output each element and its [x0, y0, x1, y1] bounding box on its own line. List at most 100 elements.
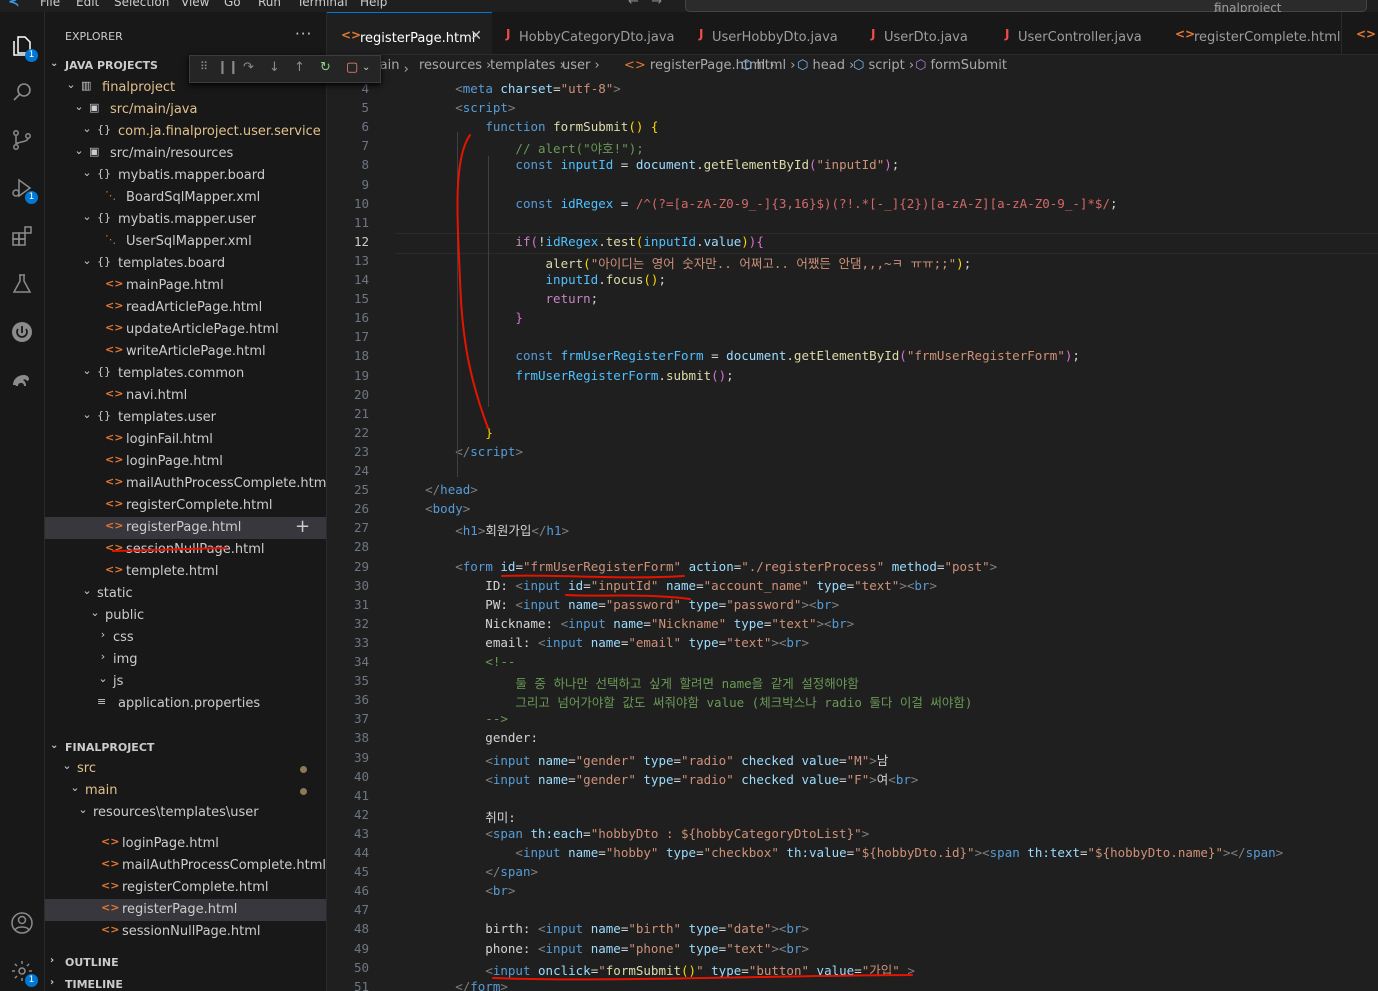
- tree-item[interactable]: ⌄ {} templates.common: [45, 363, 326, 385]
- chevron-down-icon[interactable]: ⌄: [362, 62, 370, 73]
- run-debug-icon[interactable]: 1: [8, 174, 38, 204]
- tab-userdto-java[interactable]: J UserDto.java: [857, 12, 992, 54]
- breadcrumb-item[interactable]: ⬡ html ›: [741, 58, 795, 73]
- tree-item[interactable]: <> writeArticlePage.html: [45, 341, 326, 363]
- menu-go[interactable]: Go: [224, 0, 241, 9]
- settings-gear-icon[interactable]: 1: [8, 957, 38, 987]
- code-line[interactable]: <meta charset="utf-8">: [395, 81, 621, 96]
- tree-item[interactable]: <> registerComplete.html: [45, 877, 326, 899]
- chevron-down-icon[interactable]: ⌄: [69, 781, 81, 794]
- tree-item[interactable]: <> sessionNullPage.html: [45, 921, 326, 943]
- tree-item[interactable]: <> sessionNullPage.html: [45, 539, 326, 561]
- step-out-icon[interactable]: ↑: [294, 60, 305, 75]
- menu-view[interactable]: View: [181, 0, 209, 9]
- tree-item[interactable]: <> loginFail.html: [45, 429, 326, 451]
- tab-usercontroller-java[interactable]: J UserController.java: [991, 12, 1162, 54]
- tree-item[interactable]: ⌄ {} mybatis.mapper.user: [45, 209, 326, 231]
- code-line[interactable]: <input onclick="formSubmit()" type="butt…: [395, 960, 915, 979]
- code-line[interactable]: <script>: [395, 100, 515, 115]
- tree-item[interactable]: <> mainPage.html: [45, 275, 326, 297]
- code-editor[interactable]: 3 <head>4 <meta charset="utf-8">5 <scrip…: [327, 77, 1378, 991]
- menu-run[interactable]: Run: [258, 0, 281, 9]
- tree-item[interactable]: <> templete.html: [45, 561, 326, 583]
- code-line[interactable]: inputId.focus();: [395, 272, 666, 287]
- code-line[interactable]: <form id="frmUserRegisterForm" action=".…: [395, 559, 997, 574]
- chevron-down-icon[interactable]: ⌄: [81, 210, 93, 223]
- tree-item[interactable]: ⌄ static: [45, 583, 326, 605]
- chevron-down-icon[interactable]: ⌄: [81, 364, 93, 377]
- breadcrumb-item[interactable]: ⬡ formSubmit: [915, 58, 1007, 73]
- tree-item[interactable]: <> mailAuthProcessComplete.html: [45, 855, 326, 877]
- code-line[interactable]: </span>: [395, 864, 538, 879]
- code-line[interactable]: }: [395, 310, 523, 325]
- code-line[interactable]: <!--: [395, 654, 515, 669]
- command-center-search[interactable]: ⌕ finalproject: [685, 0, 1367, 12]
- tree-item[interactable]: ⌄ {} templates.board: [45, 253, 326, 275]
- step-into-icon[interactable]: ↓: [269, 60, 280, 75]
- extensions-icon[interactable]: [8, 222, 36, 250]
- source-control-icon[interactable]: [8, 126, 36, 154]
- code-line[interactable]: -->: [395, 711, 508, 726]
- chevron-down-icon[interactable]: ⌄: [81, 122, 93, 135]
- tree-item[interactable]: <> updateArticlePage.html: [45, 319, 326, 341]
- tree-item[interactable]: ⌄ ▣ src/main/resources: [45, 143, 326, 165]
- code-line[interactable]: frmUserRegisterForm.submit();: [395, 368, 733, 383]
- code-line[interactable]: 그리고 넘어가야할 값도 써줘야함 value (체크박스나 radio 둘다 …: [395, 692, 972, 711]
- code-line[interactable]: Nickname: <input name="Nickname" type="t…: [395, 616, 854, 631]
- more-tabs-icon[interactable]: <>: [1356, 27, 1376, 41]
- tree-item[interactable]: ⌄ {} mybatis.mapper.board: [45, 165, 326, 187]
- tree-item[interactable]: ≡ application.properties: [45, 693, 326, 715]
- chevron-down-icon[interactable]: ⌄: [89, 606, 101, 619]
- search-icon[interactable]: [8, 78, 36, 106]
- tree-item[interactable]: <> loginPage.html: [45, 451, 326, 473]
- code-line[interactable]: gender:: [395, 730, 538, 745]
- chevron-down-icon[interactable]: ⌄: [73, 144, 85, 157]
- restart-icon[interactable]: ↻: [320, 60, 331, 75]
- tree-item[interactable]: ⌄ public: [45, 605, 326, 627]
- step-over-icon[interactable]: ↷: [243, 60, 254, 75]
- pause-icon[interactable]: ❙❙: [217, 60, 239, 75]
- tree-item[interactable]: ⌄ {} com.ja.finalproject.user.service: [45, 121, 326, 143]
- tab-hobbycategorydto-java[interactable]: J HobbyCategoryDto.java: [492, 12, 686, 54]
- menu-selection[interactable]: Selection: [114, 0, 169, 9]
- stop-icon[interactable]: ▢: [346, 60, 358, 75]
- tab-registerpage-html[interactable]: <> registerPage.html ✕: [327, 12, 493, 54]
- chevron-down-icon[interactable]: ⌄: [81, 254, 93, 267]
- tree-item[interactable]: ⌄ js: [45, 671, 326, 693]
- code-line[interactable]: </script>: [395, 444, 523, 459]
- tree-item[interactable]: <> loginPage.html: [45, 833, 326, 855]
- tree-item[interactable]: ⌄ ▣ src/main/java: [45, 99, 326, 121]
- chevron-down-icon[interactable]: ⌄: [81, 166, 93, 179]
- code-line[interactable]: const idRegex = /^(?=[a-zA-Z0-9_-]{3,16}…: [395, 196, 1117, 211]
- menu-file[interactable]: File: [40, 0, 60, 9]
- code-line[interactable]: alert("아이디는 영어 숫자만.. 어쩌고.. 어쨌든 안댐,,,~ㅋ ㅠ…: [395, 253, 972, 272]
- code-line[interactable]: function formSubmit() {: [395, 119, 658, 134]
- code-line[interactable]: const inputId = document.getElementById(…: [395, 157, 899, 172]
- tree-item[interactable]: <> navi.html: [45, 385, 326, 407]
- code-line[interactable]: <br>: [395, 883, 515, 898]
- tree-item[interactable]: › css: [45, 627, 326, 649]
- tab-userhobbydto-java[interactable]: J UserHobbyDto.java: [685, 12, 858, 54]
- chevron-right-icon[interactable]: ›: [97, 650, 109, 663]
- tree-item[interactable]: ⌄ {} templates.user: [45, 407, 326, 429]
- breadcrumb-item[interactable]: resources ›: [419, 58, 491, 73]
- tree-item[interactable]: <> registerPage.html +: [45, 516, 326, 539]
- gradle-icon[interactable]: [8, 366, 36, 394]
- chevron-down-icon[interactable]: ⌄: [77, 803, 89, 816]
- chevron-down-icon[interactable]: ⌄: [65, 78, 77, 91]
- menu-terminal[interactable]: Terminal: [297, 0, 348, 9]
- code-line[interactable]: </head>: [395, 482, 478, 497]
- tree-item[interactable]: <> registerComplete.html: [45, 495, 326, 517]
- code-line[interactable]: <input name="gender" type="radio" checke…: [395, 750, 888, 769]
- chevron-down-icon[interactable]: ⌄: [81, 408, 93, 421]
- code-line[interactable]: </form>: [395, 979, 508, 991]
- outline-header[interactable]: › OUTLINE: [45, 952, 326, 974]
- code-line[interactable]: <body>: [395, 501, 470, 516]
- chevron-down-icon[interactable]: ⌄: [73, 100, 85, 113]
- breadcrumb-item[interactable]: templates ›: [490, 58, 565, 73]
- code-line[interactable]: }: [395, 425, 493, 440]
- tree-item[interactable]: › img: [45, 649, 326, 671]
- explorer-icon[interactable]: 1: [8, 32, 38, 62]
- tree-item[interactable]: ⋱ UserSqlMapper.xml: [45, 231, 326, 253]
- account-icon[interactable]: [8, 909, 36, 937]
